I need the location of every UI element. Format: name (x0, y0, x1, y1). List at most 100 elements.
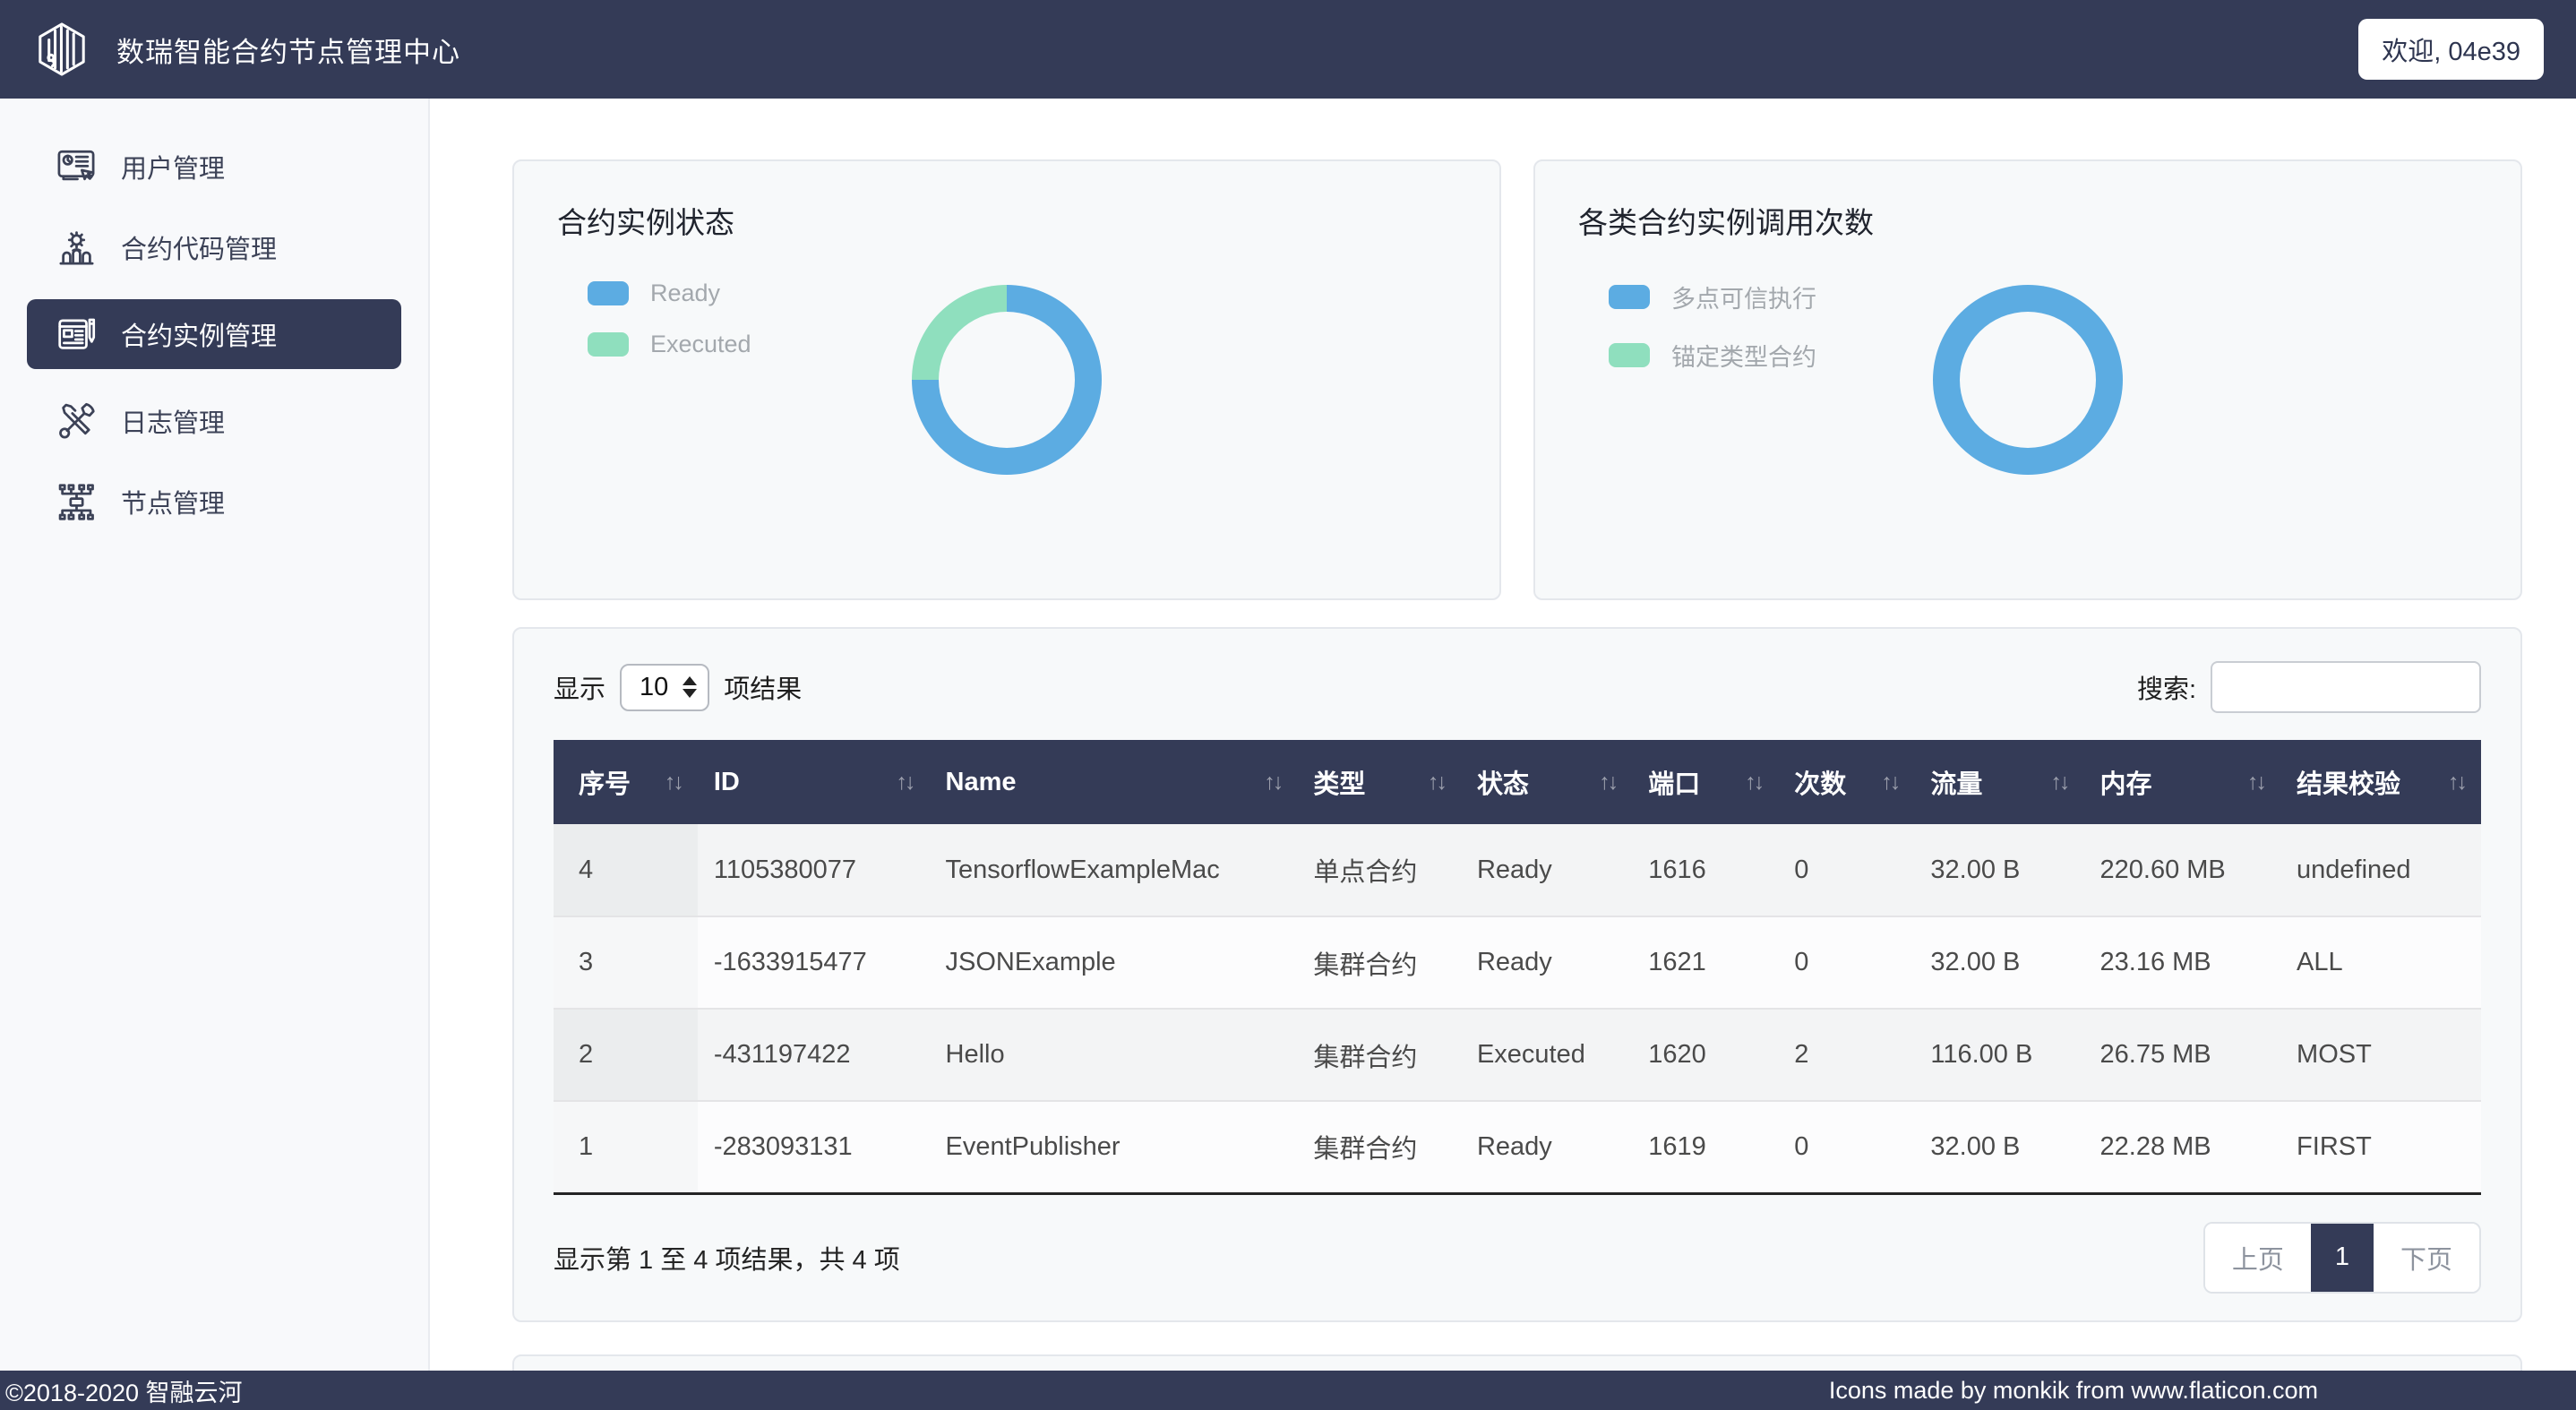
table-cell: 集群合约 (1297, 1101, 1461, 1193)
table-cell: Executed (1461, 1009, 1632, 1101)
column-header-label: 流量 (1930, 763, 1982, 801)
column-header-1[interactable]: ID ↑↓ (698, 740, 930, 824)
search-label: 搜索: (2137, 668, 2196, 706)
card-instance-status: 合约实例状态 Ready Executed (512, 159, 1501, 600)
sidebar-item-log-management[interactable]: 日志管理 (0, 392, 428, 450)
table-row: 2-431197422Hello集群合约Executed16202116.00 … (554, 1009, 2481, 1101)
page-number-button[interactable]: 1 (2311, 1224, 2374, 1292)
column-header-5[interactable]: 端口↑↓ (1632, 740, 1778, 824)
next-page-button[interactable]: 下页 (2374, 1224, 2479, 1292)
contract-code-icon (56, 227, 98, 269)
page-length-select[interactable]: 10 (620, 664, 709, 711)
legend-item-ready[interactable]: Ready (588, 279, 751, 307)
table-cell: 集群合约 (1297, 916, 1461, 1009)
table-controls: 显示 10 项结果 搜索: (554, 661, 2481, 713)
doughnut-hole (1960, 312, 2096, 448)
column-header-label: 结果校验 (2297, 763, 2400, 801)
table-footer: 显示第 1 至 4 项结果，共 4 项 上页 1 下页 (554, 1222, 2481, 1294)
doughnut-chart-instance-status (912, 285, 1102, 475)
column-header-3[interactable]: 类型↑↓ (1297, 740, 1461, 824)
legend-label: 锚定类型合约 (1671, 338, 1816, 373)
logo-icon (32, 20, 91, 79)
table-cell: EventPublisher (930, 1101, 1298, 1193)
log-management-icon (56, 400, 98, 443)
chart-cards-row: 合约实例状态 Ready Executed 各类合约实例调用次数 多点可信执行 (512, 159, 2522, 600)
table-cell: TensorflowExampleMac (930, 824, 1298, 916)
sidebar-item-label: 合约实例管理 (121, 315, 277, 353)
column-header-4[interactable]: 状态 ↑↓ (1461, 740, 1632, 824)
column-header-label: ID (714, 768, 740, 797)
table-cell: 1616 (1632, 824, 1778, 916)
contract-instance-icon (56, 314, 98, 356)
page-length-suffix: 项结果 (724, 668, 802, 706)
main-content: 合约实例状态 Ready Executed 各类合约实例调用次数 多点可信执行 (430, 99, 2576, 1371)
column-header-2[interactable]: Name↑↓ (930, 740, 1298, 824)
column-header-8[interactable]: 内存 ↑↓ (2084, 740, 2281, 824)
chart-legend: 多点可信执行 锚定类型合约 (1609, 279, 1816, 373)
sidebar-item-contract-code-management[interactable]: 合约代码管理 (0, 219, 428, 276)
legend-swatch (1609, 285, 1650, 309)
sort-arrows-icon: ↑↓ (656, 769, 682, 795)
node-management-icon (56, 481, 98, 523)
search-control: 搜索: (2137, 661, 2481, 713)
sidebar-item-user-management[interactable]: 用户管理 (0, 138, 428, 195)
table-cell: 单点合约 (1297, 824, 1461, 916)
legend-item-executed[interactable]: Executed (588, 331, 751, 358)
sidebar-item-contract-instance-management[interactable]: 合约实例管理 (27, 299, 401, 369)
table-cell: 1105380077 (698, 824, 930, 916)
doughnut-hole (939, 312, 1075, 448)
table-cell: Hello (930, 1009, 1298, 1101)
table-cell: 0 (1778, 1101, 1914, 1193)
doughnut-chart-invocation-counts (1933, 285, 2123, 475)
icons-credit-text: Icons made by monkik from www.flaticon.c… (1829, 1377, 2318, 1405)
table-card: 显示 10 项结果 搜索: 序号↑↓ID↑↓Name↑↓类型↑↓状态↑↓端口↑↓… (512, 627, 2522, 1322)
select-stepper-icon (683, 676, 697, 698)
table-cell: 1 (554, 1101, 698, 1193)
legend-item-multipoint[interactable]: 多点可信执行 (1609, 279, 1816, 314)
table-cell: ALL (2280, 916, 2481, 1009)
legend-item-anchored[interactable]: 锚定类型合约 (1609, 338, 1816, 373)
table-cell: 32.00 B (1914, 916, 2083, 1009)
table-cell: 3 (554, 916, 698, 1009)
column-header-label: 内存 (2100, 763, 2152, 801)
table-cell: 1621 (1632, 916, 1778, 1009)
table-cell: 116.00 B (1914, 1009, 2083, 1101)
table-cell: 1619 (1632, 1101, 1778, 1193)
column-header-label: 序号 (579, 763, 631, 801)
column-header-label: 次数 (1794, 763, 1846, 801)
column-header-7[interactable]: 流量↑↓ (1914, 740, 2083, 824)
table-cell: 22.28 MB (2084, 1101, 2281, 1193)
table-row: 1-283093131EventPublisher集群合约Ready161903… (554, 1101, 2481, 1193)
table-cell: 0 (1778, 824, 1914, 916)
column-header-9[interactable]: 结果校验 ↑↓ (2280, 740, 2481, 824)
sort-arrows-icon: ↑↓ (1736, 769, 1762, 795)
app-footer: ©2018-2020 智融云河 Icons made by monkik fro… (0, 1371, 2576, 1410)
sort-arrows-icon: ↑↓ (2439, 769, 2465, 795)
sort-arrows-icon: ↑↓ (2238, 769, 2264, 795)
previous-page-button[interactable]: 上页 (2205, 1224, 2311, 1292)
sort-arrows-icon: ↑↓ (1590, 769, 1616, 795)
legend-swatch (588, 332, 629, 357)
sidebar-item-label: 日志管理 (121, 402, 225, 440)
page-length-prefix: 显示 (554, 668, 605, 706)
table-info: 显示第 1 至 4 项结果，共 4 项 (554, 1239, 900, 1277)
table-cell: 0 (1778, 916, 1914, 1009)
column-header-0[interactable]: 序号 ↑↓ (554, 740, 698, 824)
search-input[interactable] (2211, 661, 2481, 713)
card-title: 合约实例状态 (557, 199, 1456, 242)
column-header-label: 状态 (1477, 763, 1529, 801)
sidebar-item-label: 节点管理 (121, 483, 225, 520)
column-header-label: Name (946, 768, 1017, 797)
legend-swatch (588, 281, 629, 305)
sidebar-item-label: 合约代码管理 (121, 228, 277, 266)
legend-label: 多点可信执行 (1671, 279, 1816, 314)
column-header-6[interactable]: 次数↑↓ (1778, 740, 1914, 824)
sidebar-item-node-management[interactable]: 节点管理 (0, 473, 428, 530)
table-header-row: 序号↑↓ID↑↓Name↑↓类型↑↓状态↑↓端口↑↓次数↑↓流量↑↓内存↑↓结果… (554, 740, 2481, 824)
table-cell: -1633915477 (698, 916, 930, 1009)
table-cell: 1620 (1632, 1009, 1778, 1101)
sort-arrows-icon: ↑↓ (888, 769, 914, 795)
welcome-user-button[interactable]: 欢迎, 04e39 (2358, 19, 2544, 80)
table-row: 3-1633915477JSONExample集群合约Ready1621032.… (554, 916, 2481, 1009)
sidebar: 用户管理 合约代码管理 合约实例管理 日志管理 (0, 99, 430, 1371)
